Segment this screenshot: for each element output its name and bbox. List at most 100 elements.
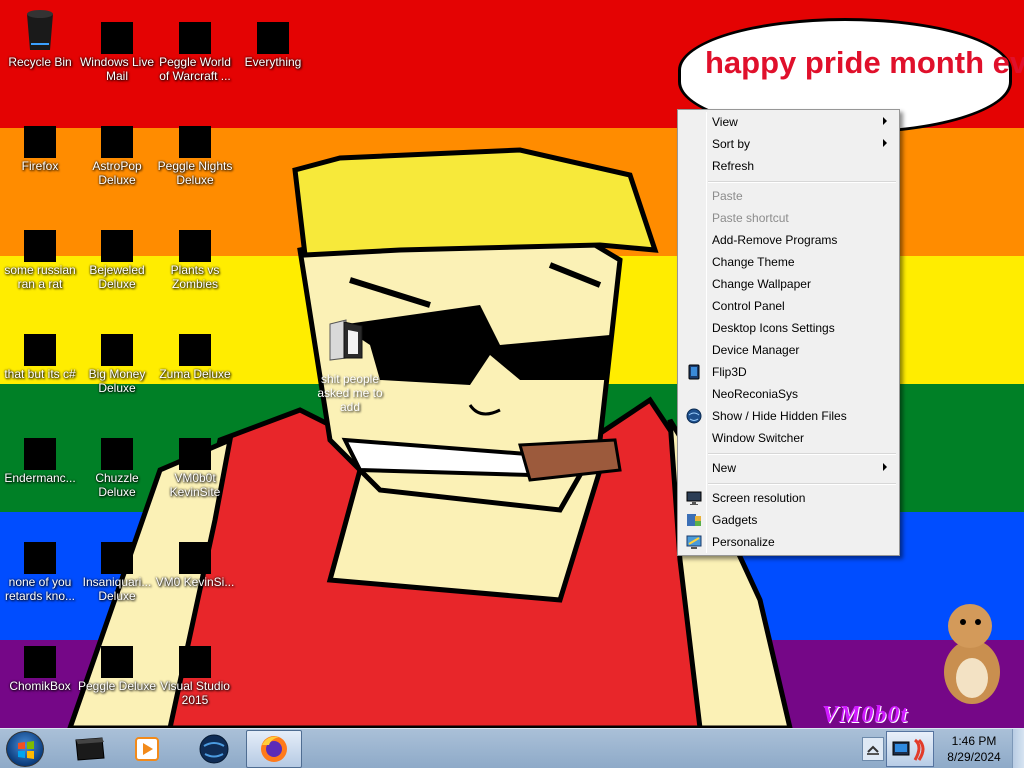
desktop-icon-none-of-you[interactable]: none of you retards kno... [0, 526, 80, 603]
menu-item-control-panel[interactable]: Control Panel [680, 295, 897, 317]
chuzzle-icon [94, 422, 140, 470]
menu-item-refresh[interactable]: Refresh [680, 155, 897, 177]
menu-item-window-switcher[interactable]: Window Switcher [680, 427, 897, 449]
censor-block [101, 334, 133, 366]
desktop-icon-vm0-kevinsite[interactable]: VM0 KevinSi... [155, 526, 235, 589]
censor-block [24, 542, 56, 574]
taskbar-button-globe[interactable] [186, 730, 242, 768]
menu-item-flip3d[interactable]: Flip3D [680, 361, 897, 383]
menu-item-change-wallpaper[interactable]: Change Wallpaper [680, 273, 897, 295]
desktop-icon-windows-live-mail[interactable]: Windows Live Mail [77, 6, 157, 83]
desktop-icon-astropop[interactable]: AstroPop Deluxe [77, 110, 157, 187]
firefox-icon [261, 736, 287, 762]
menu-item-label: Change Wallpaper [712, 277, 811, 291]
menu-item-paste-shortcut[interactable]: Paste shortcut [680, 207, 897, 229]
censor-block [257, 22, 289, 54]
censor-block [24, 334, 56, 366]
censor-block [24, 438, 56, 470]
start-button[interactable] [6, 731, 44, 767]
censor-block [179, 334, 211, 366]
speech-bubble-text: happy pride month everyone! [705, 45, 1024, 80]
website-icon [172, 422, 218, 470]
desktop-icon-peggle-wow[interactable]: Peggle World of Warcraft ... [155, 6, 235, 83]
icon-label: Peggle Nights Deluxe [157, 159, 233, 187]
icon-label: Endermanc... [4, 471, 76, 485]
icon-label: Bejeweled Deluxe [89, 263, 145, 291]
icon-label: none of you retards kno... [4, 575, 76, 603]
globe-icon [199, 734, 229, 764]
firefox-icon [17, 110, 63, 158]
desktop-icon-peggle-nights[interactable]: Peggle Nights Deluxe [155, 110, 235, 187]
desktop-icon-insaniquarium[interactable]: Insaniquari... Deluxe [77, 526, 157, 603]
desktop-icon-visual-studio[interactable]: Visual Studio 2015 [155, 630, 235, 707]
clock-date: 8/29/2024 [947, 750, 1001, 764]
chevron-up-icon [867, 745, 879, 755]
menu-item-gadgets[interactable]: Gadgets [680, 509, 897, 531]
menu-item-screen-resolution[interactable]: Screen resolution [680, 487, 897, 509]
gadgets-icon [686, 512, 702, 528]
censor-block [101, 22, 133, 54]
menu-item-label: Window Switcher [712, 431, 805, 445]
menu-item-label: Personalize [712, 535, 775, 549]
menu-item-neoreconiasys[interactable]: NeoReconiaSys [680, 383, 897, 405]
menu-item-label: New [712, 461, 737, 475]
windows-logo-icon [18, 741, 34, 759]
desktop-icon-firefox[interactable]: Firefox [0, 110, 80, 173]
menu-item-show-hide-hidden-files[interactable]: Show / Hide Hidden Files [680, 405, 897, 427]
desktop-icon-everything[interactable]: Everything [233, 6, 313, 69]
taskbar-button-firefox[interactable] [246, 730, 302, 768]
folder-icon[interactable] [326, 318, 366, 362]
menu-item-label: Gadgets [712, 513, 758, 527]
menu-item-add-remove-programs[interactable]: Add-Remove Programs [680, 229, 897, 251]
desktop-icon-endermanc[interactable]: Endermanc... [0, 422, 80, 485]
menu-item-personalize[interactable]: Personalize [680, 531, 897, 553]
taskbar-clock[interactable]: 1:46 PM 8/29/2024 [938, 733, 1010, 765]
taskbar-button-explorer[interactable] [62, 730, 118, 768]
menu-separator [708, 181, 896, 183]
desktop-icon-zuma[interactable]: Zuma Deluxe [155, 318, 235, 381]
menu-item-change-theme[interactable]: Change Theme [680, 251, 897, 273]
show-desktop-button[interactable] [1012, 729, 1024, 768]
menu-item-label: Paste shortcut [712, 211, 789, 225]
desktop-icon-recycle-bin[interactable]: Recycle Bin [0, 6, 80, 69]
menu-item-device-manager[interactable]: Device Manager [680, 339, 897, 361]
menu-item-paste[interactable]: Paste [680, 185, 897, 207]
censor-block [101, 438, 133, 470]
dark-box-icon [75, 737, 105, 761]
show-hidden-icons-button[interactable] [862, 737, 884, 761]
desktop-icon-plants-vs-zombies[interactable]: Plants vs Zombies [155, 214, 235, 291]
icon-label: Firefox [21, 159, 59, 173]
desktop-icon-chuzzle[interactable]: Chuzzle Deluxe [77, 422, 157, 499]
folder-label[interactable]: shit people asked me to add [310, 372, 390, 414]
censor-block [24, 126, 56, 158]
desktop-icon-vm0b0t-kevinsite[interactable]: VM0b0t KevinSite [155, 422, 235, 499]
desktop-icon-big-money[interactable]: Big Money Deluxe [77, 318, 157, 395]
desktop-icon-that-but-csharp[interactable]: that but its c# [0, 318, 80, 381]
censor-block [179, 542, 211, 574]
signature-text: VM0b0t [822, 702, 909, 728]
peggle-icon [94, 630, 140, 678]
menu-item-new[interactable]: New [680, 457, 897, 479]
zuma-icon [172, 318, 218, 366]
menu-item-view[interactable]: View [680, 111, 897, 133]
globe-icon [686, 408, 702, 424]
censor-block [179, 22, 211, 54]
desktop-icon-russian-rat[interactable]: some russian ran a rat [0, 214, 80, 291]
menu-item-label: Paste [712, 189, 743, 203]
censor-block [24, 646, 56, 678]
tray-app-button[interactable] [886, 731, 934, 767]
media-player-icon [135, 737, 159, 761]
menu-item-sort-by[interactable]: Sort by [680, 133, 897, 155]
censor-block [179, 126, 211, 158]
icon-label: VM0b0t KevinSite [169, 471, 221, 499]
taskbar-button-media-player[interactable] [120, 730, 176, 768]
desktop-icon-peggle-deluxe[interactable]: Peggle Deluxe [77, 630, 157, 693]
icon-label: Insaniquari... Deluxe [82, 575, 152, 603]
desktop-icon-bejeweled[interactable]: Bejeweled Deluxe [77, 214, 157, 291]
menu-separator [708, 483, 896, 485]
everything-icon [250, 6, 296, 54]
desktop-icon-chomikbox[interactable]: ChomikBox [0, 630, 80, 693]
censor-block [179, 646, 211, 678]
menu-item-desktop-icons-settings[interactable]: Desktop Icons Settings [680, 317, 897, 339]
taskbar: 1:46 PM 8/29/2024 [0, 728, 1024, 768]
